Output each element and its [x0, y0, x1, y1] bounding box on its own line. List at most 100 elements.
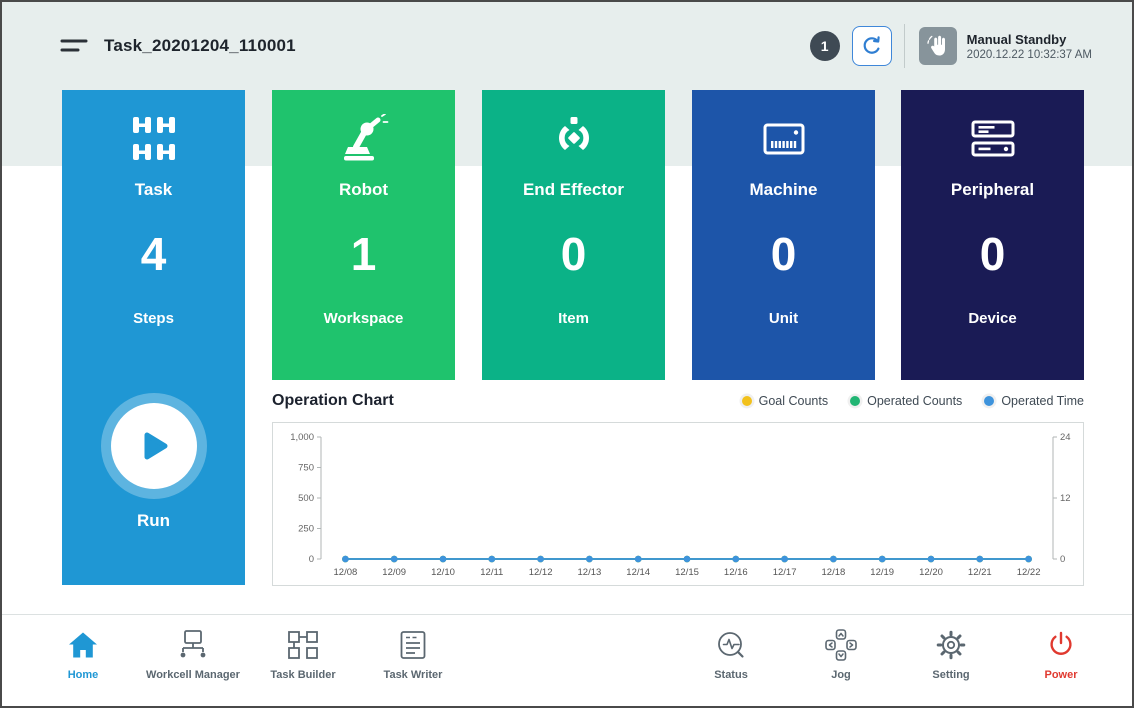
workcell-manager-icon [175, 627, 211, 663]
svg-text:1,000: 1,000 [290, 432, 314, 443]
power-icon [1046, 627, 1076, 663]
chart-legend: Goal Counts Operated Counts Operated Tim… [742, 394, 1084, 408]
nav-label-workcell-manager: Workcell Manager [146, 669, 240, 681]
robot-count: 1 [351, 228, 377, 280]
svg-text:12/10: 12/10 [431, 567, 455, 578]
gear-icon [935, 627, 967, 663]
task-card[interactable]: Task 4 Steps Run [62, 90, 245, 585]
robot-card-unit: Workspace [324, 310, 404, 327]
nav-label-power: Power [1044, 669, 1077, 681]
status-icon [715, 627, 747, 663]
svg-text:12/22: 12/22 [1017, 567, 1041, 578]
goal-counts-dot [742, 396, 752, 406]
goal-counts-label: Goal Counts [759, 394, 828, 408]
svg-text:12/20: 12/20 [919, 567, 943, 578]
nav-label-setting: Setting [932, 669, 969, 681]
svg-text:12/09: 12/09 [382, 567, 406, 578]
hamburger-icon [60, 36, 88, 56]
robot-card-label: Robot [339, 180, 388, 200]
nav-group-left: Home Workcell Manager [28, 627, 468, 681]
peripheral-card[interactable]: Peripheral 0 Device [901, 90, 1084, 380]
machine-count: 0 [771, 228, 797, 280]
end-effector-card[interactable]: End Effector 0 Item [482, 90, 665, 380]
nav-item-home[interactable]: Home [28, 627, 138, 681]
nav-label-home: Home [68, 669, 99, 681]
svg-text:12: 12 [1060, 493, 1071, 504]
nav-group-right: Status [676, 627, 1116, 681]
machine-icon [760, 110, 808, 168]
datetime-label: 2020.12.22 10:32:37 AM [967, 49, 1092, 61]
svg-text:250: 250 [298, 524, 314, 535]
end-effector-icon [552, 110, 596, 168]
legend-item-goal-counts: Goal Counts [742, 394, 828, 408]
operation-chart-header: Operation Chart Goal Counts Operated Cou… [272, 392, 1084, 410]
machine-card-unit: Unit [769, 310, 798, 327]
nav-item-workcell-manager[interactable]: Workcell Manager [138, 627, 248, 681]
operated-time-dot [984, 396, 994, 406]
operation-chart-plot: 0 250 500 750 1,000 0 12 24 12/08 12/09 12/10 12/11… [272, 422, 1084, 586]
svg-text:12/15: 12/15 [675, 567, 699, 578]
nav-item-task-writer[interactable]: Task Writer [358, 627, 468, 681]
hamburger-menu-button[interactable] [60, 36, 88, 56]
svg-text:24: 24 [1060, 432, 1071, 443]
legend-item-operated-time: Operated Time [984, 394, 1084, 408]
rotate-icon [861, 35, 883, 57]
svg-text:750: 750 [298, 463, 314, 474]
task-writer-icon [399, 627, 427, 663]
manual-mode-icon[interactable] [919, 27, 957, 65]
svg-text:12/21: 12/21 [968, 567, 992, 578]
header-divider [904, 24, 905, 68]
home-icon [68, 627, 98, 663]
legend-item-operated-counts: Operated Counts [850, 394, 962, 408]
notification-count-badge[interactable]: 1 [810, 31, 840, 61]
robot-mode-label: Manual Standby [967, 32, 1092, 47]
nav-label-task-builder: Task Builder [270, 669, 335, 681]
svg-text:12/19: 12/19 [870, 567, 894, 578]
robot-card[interactable]: Robot 1 Workspace [272, 90, 455, 380]
peripheral-card-unit: Device [968, 310, 1016, 327]
svg-text:12/17: 12/17 [773, 567, 797, 578]
bottom-nav: Home Workcell Manager [2, 614, 1132, 706]
nav-item-status[interactable]: Status [676, 627, 786, 681]
peripheral-count: 0 [980, 228, 1006, 280]
end-effector-card-label: End Effector [523, 180, 624, 200]
header: Task_20201204_110001 1 Manual Standby 20… [2, 2, 1132, 90]
task-icon [133, 110, 175, 168]
nav-item-setting[interactable]: Setting [896, 627, 1006, 681]
operation-chart-title: Operation Chart [272, 392, 394, 410]
svg-text:12/11: 12/11 [480, 567, 503, 578]
svg-text:0: 0 [1060, 554, 1065, 565]
robot-icon [339, 110, 389, 168]
svg-text:12/12: 12/12 [529, 567, 553, 578]
nav-item-task-builder[interactable]: Task Builder [248, 627, 358, 681]
nav-label-task-writer: Task Writer [384, 669, 443, 681]
robot-mode-status: Manual Standby 2020.12.22 10:32:37 AM [967, 32, 1092, 61]
peripheral-card-label: Peripheral [951, 180, 1034, 200]
app-window: Task_20201204_110001 1 Manual Standby 20… [0, 0, 1134, 708]
run-label: Run [137, 511, 170, 531]
servo-rotate-button[interactable] [852, 26, 892, 66]
machine-card[interactable]: Machine 0 Unit [692, 90, 875, 380]
svg-text:12/14: 12/14 [626, 567, 650, 578]
end-effector-card-unit: Item [558, 310, 589, 327]
task-title: Task_20201204_110001 [104, 36, 296, 56]
task-card-unit: Steps [133, 310, 174, 327]
svg-text:12/16: 12/16 [724, 567, 748, 578]
jog-icon [824, 627, 858, 663]
peripheral-icon [970, 110, 1016, 168]
run-button[interactable] [111, 403, 197, 489]
end-effector-count: 0 [561, 228, 587, 280]
hand-icon [926, 34, 950, 58]
nav-label-jog: Jog [831, 669, 851, 681]
play-icon [137, 428, 171, 464]
nav-item-jog[interactable]: Jog [786, 627, 896, 681]
nav-label-status: Status [714, 669, 748, 681]
operated-counts-label: Operated Counts [867, 394, 962, 408]
machine-card-label: Machine [749, 180, 817, 200]
task-card-label: Task [135, 180, 173, 200]
svg-text:0: 0 [309, 554, 314, 565]
nav-item-power[interactable]: Power [1006, 627, 1116, 681]
svg-text:12/18: 12/18 [822, 567, 846, 578]
svg-text:500: 500 [298, 493, 314, 504]
svg-text:12/08: 12/08 [334, 567, 358, 578]
